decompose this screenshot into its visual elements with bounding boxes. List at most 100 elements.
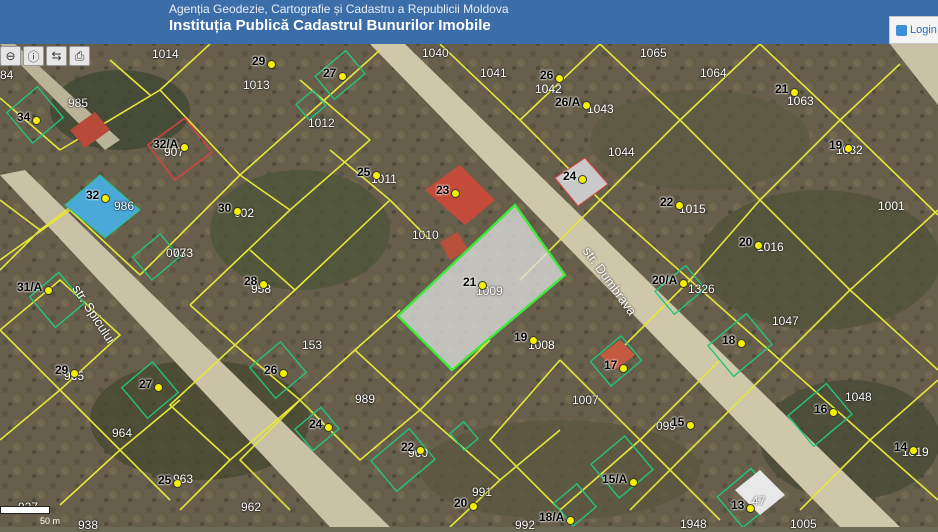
address-point[interactable]: 28 <box>244 272 269 289</box>
address-point[interactable]: 18 <box>722 331 747 348</box>
address-number: 21 <box>775 81 789 96</box>
cadastre-partial-17: 073 <box>173 246 194 260</box>
cadastre-number-p986: 986 <box>114 199 135 213</box>
address-dot-icon <box>737 339 747 348</box>
address-point[interactable]: 29 <box>252 52 277 69</box>
cadastre-number-p1013: 1013 <box>243 78 270 92</box>
address-dot-icon <box>478 281 488 290</box>
cadastre-number-p1010: 1010 <box>412 228 439 242</box>
address-point[interactable]: 34 <box>17 108 42 125</box>
address-point[interactable]: 26 <box>264 361 289 378</box>
cadastre-number-p962: 962 <box>241 500 262 514</box>
address-number: 31/A <box>17 279 43 294</box>
address-point[interactable]: 27 <box>323 64 348 81</box>
map-toolbar: ⊖ ⓘ ⇆ ⎙ <box>0 46 90 66</box>
address-dot-icon <box>909 446 919 455</box>
address-number: 24 <box>309 416 323 431</box>
cadastre-number-p992: 992 <box>515 518 536 532</box>
address-point[interactable]: 32 <box>86 186 111 203</box>
address-dot-icon <box>469 502 479 511</box>
address-point[interactable]: 30 <box>218 199 243 216</box>
cadastre-number-p1041: 1041 <box>480 66 507 80</box>
address-point[interactable]: 13 <box>731 496 756 513</box>
address-dot-icon <box>372 171 382 180</box>
address-dot-icon <box>829 408 839 417</box>
address-point[interactable]: 26/A <box>555 93 592 110</box>
login-label: Login <box>910 24 937 36</box>
measure-icon[interactable]: ⇆ <box>46 46 67 66</box>
address-number: 32 <box>86 187 100 202</box>
address-number: 32/A <box>153 136 179 151</box>
address-point[interactable]: 15 <box>671 413 696 430</box>
address-number: 21 <box>463 274 477 289</box>
address-point[interactable]: 27 <box>139 375 164 392</box>
address-number: 20 <box>739 234 753 249</box>
zoom-out-icon[interactable]: ⊖ <box>0 46 21 66</box>
address-number: 25 <box>158 472 172 487</box>
address-dot-icon <box>32 116 42 125</box>
address-point[interactable]: 16 <box>814 400 839 417</box>
address-point[interactable]: 20 <box>454 494 479 511</box>
address-dot-icon <box>686 421 696 430</box>
address-dot-icon <box>101 194 111 203</box>
cadastre-number-p1065: 1065 <box>640 46 667 60</box>
address-dot-icon <box>233 207 243 216</box>
address-point[interactable]: 15/A <box>602 470 639 487</box>
address-point[interactable]: 22 <box>660 193 685 210</box>
address-dot-icon <box>844 144 854 153</box>
address-point[interactable]: 32/A <box>153 135 190 152</box>
address-point[interactable]: 22 <box>401 438 426 455</box>
address-point[interactable]: 23 <box>436 181 461 198</box>
address-dot-icon <box>279 369 289 378</box>
address-point[interactable]: 25 <box>357 163 382 180</box>
address-dot-icon <box>70 369 80 378</box>
address-number: 20/A <box>652 272 678 287</box>
address-dot-icon <box>173 479 183 488</box>
address-point[interactable]: 26 <box>540 66 565 83</box>
address-point[interactable]: 19 <box>829 136 854 153</box>
address-dot-icon <box>790 88 800 97</box>
address-point[interactable]: 25 <box>158 471 183 488</box>
address-point[interactable]: 24 <box>309 415 334 432</box>
address-dot-icon <box>154 383 164 392</box>
address-point[interactable]: 31/A <box>17 278 54 295</box>
address-dot-icon <box>578 175 588 184</box>
address-point[interactable]: 20 <box>739 233 764 250</box>
cadastre-number-p1005: 1005 <box>790 517 817 531</box>
cadastre-partial-5: 1001 <box>878 199 905 213</box>
address-number: 15/A <box>602 471 628 486</box>
address-number: 23 <box>436 182 450 197</box>
address-dot-icon <box>555 74 565 83</box>
login-icon <box>896 24 907 36</box>
address-number: 17 <box>604 357 618 372</box>
address-number: 26 <box>540 67 554 82</box>
print-icon[interactable]: ⎙ <box>69 46 90 66</box>
address-point[interactable]: 24 <box>563 167 588 184</box>
address-point[interactable]: 17 <box>604 356 629 373</box>
cadastre-number-p1007: 1007 <box>572 393 599 407</box>
cadastre-number-p1012: 1012 <box>308 116 335 130</box>
address-point[interactable]: 21 <box>463 273 488 290</box>
address-point[interactable]: 21 <box>775 80 800 97</box>
address-dot-icon <box>338 72 348 81</box>
address-number: 28 <box>244 273 258 288</box>
address-point[interactable]: 19 <box>514 328 539 345</box>
address-number: 29 <box>252 53 266 68</box>
cadastre-number-p1326: 1326 <box>688 282 715 296</box>
cadastre-number-p964: 964 <box>112 426 133 440</box>
address-dot-icon <box>44 286 54 295</box>
address-point[interactable]: 18/A <box>539 508 576 525</box>
address-number: 25 <box>357 164 371 179</box>
address-dot-icon <box>582 101 592 110</box>
address-dot-icon <box>754 241 764 250</box>
address-point[interactable]: 14 <box>894 438 919 455</box>
login-button[interactable]: Login <box>889 16 938 44</box>
address-number: 19 <box>514 329 528 344</box>
info-icon[interactable]: ⓘ <box>23 46 44 66</box>
cadastre-number-p1014: 1014 <box>152 47 179 61</box>
address-point[interactable]: 20/A <box>652 271 689 288</box>
address-number: 18 <box>722 332 736 347</box>
address-number: 26 <box>264 362 278 377</box>
address-number: 18/A <box>539 509 565 524</box>
address-point[interactable]: 29 <box>55 361 80 378</box>
